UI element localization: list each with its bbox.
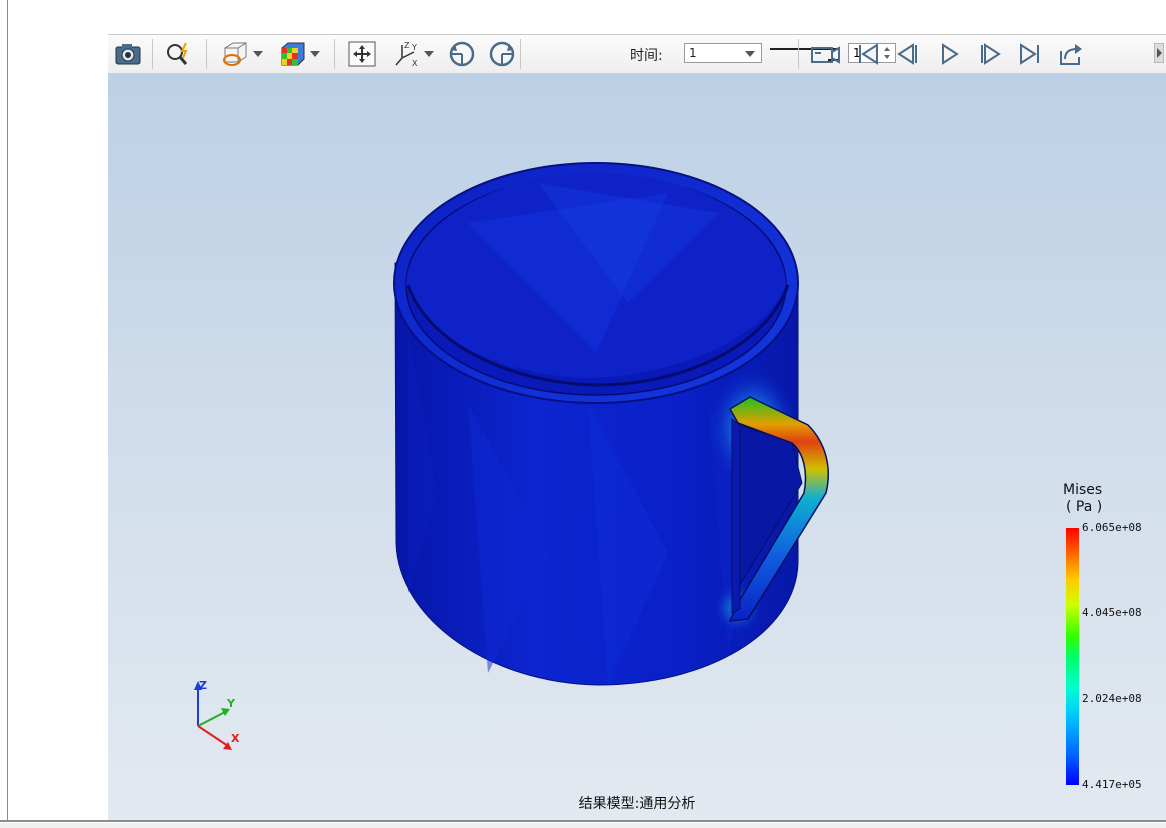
triad-x-label: X <box>231 732 240 745</box>
legend-quantity: Mises <box>1063 482 1103 498</box>
svg-text:Z: Z <box>404 41 410 50</box>
chevron-down-icon <box>745 51 755 57</box>
rotate-ccw-button[interactable] <box>446 38 478 70</box>
svg-text:Y: Y <box>411 43 417 52</box>
coordinate-triad: Z Y X <box>194 679 240 750</box>
chevron-down-icon <box>310 51 320 57</box>
color-map-dropdown[interactable] <box>274 38 324 70</box>
chevron-down-icon <box>253 51 263 57</box>
chevron-down-icon <box>424 51 434 57</box>
svg-text:X: X <box>412 59 418 68</box>
next-frame-icon <box>981 43 1001 65</box>
status-strip <box>0 823 1166 828</box>
left-gutter <box>0 0 108 820</box>
mug-model[interactable]: Z Y X <box>108 73 1166 820</box>
query-icon <box>167 42 188 65</box>
legend-value: 2.024e+08 <box>1082 692 1142 705</box>
first-frame-icon <box>859 43 878 65</box>
axes-view-icon: Z Y X <box>395 41 418 68</box>
prev-frame-icon <box>897 43 917 65</box>
legend-title: Mises ( Pa ) <box>1063 482 1102 516</box>
record-button[interactable] <box>808 38 842 70</box>
legend-max-value: 6.065e+08 <box>1082 521 1142 534</box>
separator <box>334 39 335 69</box>
display-mode-icon <box>223 42 247 66</box>
rotate-cw-button[interactable] <box>486 38 518 70</box>
color-map-icon <box>281 42 305 66</box>
rotate-ccw-icon <box>449 41 475 67</box>
separator <box>520 39 521 69</box>
prev-frame-button[interactable] <box>892 38 924 70</box>
spin-down-icon[interactable] <box>884 55 890 59</box>
time-select-value: 1 <box>689 46 697 60</box>
fit-view-button[interactable] <box>344 38 380 70</box>
time-label: 时间: <box>630 48 663 64</box>
separator <box>206 39 207 69</box>
toolbar-overflow-icon[interactable] <box>1154 43 1164 63</box>
first-frame-button[interactable] <box>852 38 884 70</box>
export-icon <box>1060 44 1082 65</box>
legend-value: 4.045e+08 <box>1082 606 1142 619</box>
last-frame-icon <box>1020 43 1039 65</box>
viewer-toolbar: Z Y X 时间: 1 1 <box>108 34 1166 74</box>
frame-border <box>7 0 8 822</box>
screenshot-button[interactable] <box>112 38 144 70</box>
rotate-cw-icon <box>489 41 515 67</box>
legend-unit: ( Pa ) <box>1066 499 1103 515</box>
triad-z-label: Z <box>199 679 207 692</box>
camera-icon <box>115 44 141 65</box>
fit-view-icon <box>348 41 376 67</box>
export-button[interactable] <box>1054 38 1088 70</box>
separator <box>152 39 153 69</box>
next-frame-button[interactable] <box>974 38 1006 70</box>
play-button[interactable] <box>934 38 964 70</box>
frame-border <box>0 820 1166 822</box>
triad-y-label: Y <box>226 697 236 710</box>
query-button[interactable] <box>162 38 196 70</box>
last-frame-button[interactable] <box>1014 38 1046 70</box>
time-select[interactable]: 1 <box>684 43 762 63</box>
spin-up-icon[interactable] <box>884 47 890 51</box>
result-model-label: 结果模型:通用分析 <box>578 796 696 812</box>
separator <box>798 39 799 69</box>
display-mode-dropdown[interactable] <box>216 38 266 70</box>
play-icon <box>942 43 959 65</box>
legend-color-bar <box>1066 528 1079 785</box>
axes-view-dropdown[interactable]: Z Y X <box>388 38 438 70</box>
legend-min-value: 4.417e+05 <box>1082 778 1142 791</box>
record-icon <box>811 46 840 64</box>
viewport-3d[interactable]: Z Y X Mises ( Pa ) 6.065e+08 4.045e+08 2… <box>108 73 1166 820</box>
